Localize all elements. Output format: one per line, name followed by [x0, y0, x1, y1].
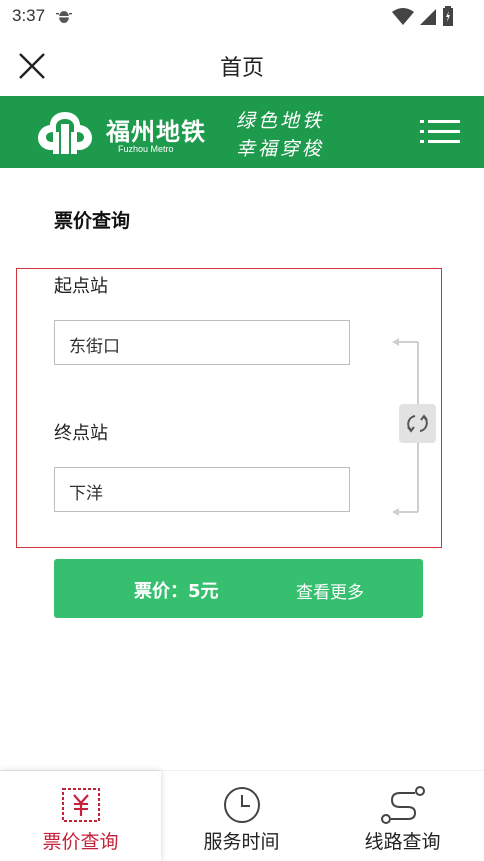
nav-item-service-time[interactable]: 服务时间 — [161, 771, 322, 861]
metro-logo-icon — [38, 112, 92, 154]
brand-name: 福州地铁 — [106, 118, 206, 146]
view-more-link[interactable]: 查看更多 — [296, 578, 364, 603]
status-time: 3:37 — [12, 6, 46, 25]
brand-english: Fuzhou Metro — [118, 144, 174, 154]
slogan-line-1: 绿色地铁 — [236, 110, 325, 132]
nav-label: 票价查询 — [42, 831, 119, 853]
end-station-label: 终点站 — [54, 423, 108, 444]
yuan-ticket-icon — [62, 788, 100, 822]
bottom-nav: 票价查询 服务时间 线路查询 — [0, 770, 484, 861]
debug-icon — [56, 11, 72, 23]
nav-item-fare-query[interactable]: 票价查询 — [0, 771, 161, 861]
app-bar: 首页 — [0, 32, 484, 96]
fare-result-bar[interactable]: 票价：5元 查看更多 — [54, 559, 423, 618]
page-title: 首页 — [219, 56, 264, 81]
nav-label: 线路查询 — [364, 831, 441, 853]
signal-icon — [419, 9, 436, 25]
status-icons — [391, 6, 454, 30]
nav-item-route-query[interactable]: 线路查询 — [322, 771, 483, 861]
route-icon — [381, 786, 425, 824]
swap-icon — [407, 414, 428, 433]
slogan-line-2: 幸福穿梭 — [236, 138, 325, 160]
menu-icon[interactable] — [420, 118, 460, 146]
wifi-icon — [391, 8, 414, 25]
fare-price: 票价：5元 — [134, 581, 219, 602]
metro-banner: 福州地铁 Fuzhou Metro 绿色地铁 幸福穿梭 — [0, 96, 484, 168]
nav-label: 服务时间 — [203, 831, 280, 853]
clock-icon — [224, 787, 260, 823]
section-title: 票价查询 — [54, 210, 131, 232]
status-bar: 3:37 — [0, 0, 484, 32]
start-station-label: 起点站 — [54, 276, 108, 297]
swap-stations-button[interactable] — [399, 404, 436, 443]
start-station-input[interactable]: 东街口 — [54, 320, 350, 365]
end-station-input[interactable]: 下洋 — [54, 467, 350, 512]
battery-icon — [443, 6, 453, 26]
